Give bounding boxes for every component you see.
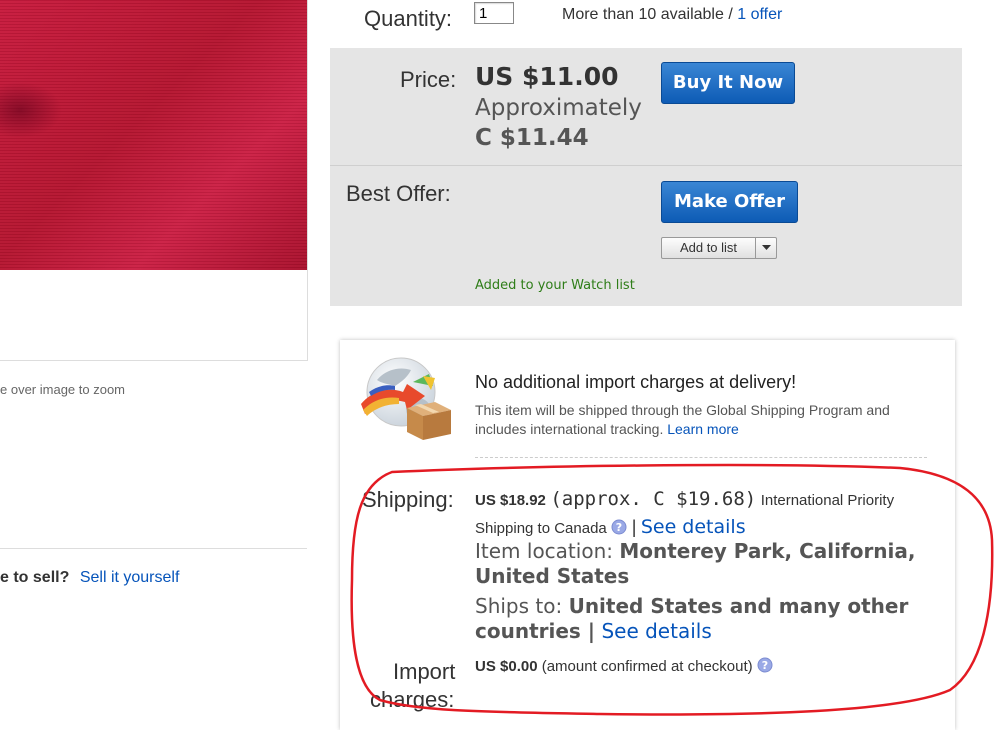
item-location-label: Item location: xyxy=(475,539,613,563)
availability-label: More than 10 available / xyxy=(562,6,733,23)
import-charges-label: Import charges: xyxy=(370,658,456,714)
import-label-line1: Import xyxy=(393,659,456,684)
availability-text: More than 10 available / 1 offer xyxy=(562,6,782,24)
buy-it-now-button[interactable]: Buy It Now xyxy=(661,62,795,104)
best-offer-label: Best Offer: xyxy=(346,181,451,206)
ships-to-label: Ships to: xyxy=(475,594,563,618)
import-charges-value: US $0.00 (amount confirmed at checkout) … xyxy=(475,657,773,675)
price-amount: US $11.00 xyxy=(475,62,619,91)
dropdown-arrow-icon xyxy=(761,245,771,250)
see-shipping-details-link[interactable]: See details xyxy=(641,516,746,538)
sell-question: e to sell? xyxy=(0,569,70,586)
shipping-details: US $18.92 (approx. C $19.68) Internation… xyxy=(475,486,945,542)
make-offer-button[interactable]: Make Offer xyxy=(661,181,798,223)
add-to-list-button[interactable]: Add to list xyxy=(662,238,756,258)
offers-link[interactable]: 1 offer xyxy=(737,6,782,23)
panel-divider xyxy=(330,165,962,166)
globe-package-icon xyxy=(361,357,451,440)
help-icon[interactable]: ? xyxy=(611,519,627,535)
quantity-label: Quantity: xyxy=(364,6,453,31)
import-help-icon[interactable]: ? xyxy=(757,657,773,673)
add-to-list-control: Add to list xyxy=(661,237,777,259)
learn-more-link[interactable]: Learn more xyxy=(667,421,739,437)
svg-text:?: ? xyxy=(762,659,768,672)
gsp-description: This item will be shipped through the Gl… xyxy=(475,401,925,439)
dashed-divider xyxy=(475,457,927,458)
gsp-title: No additional import charges at delivery… xyxy=(475,372,797,392)
item-location: Item location: Monterey Park, California… xyxy=(475,539,955,589)
left-divider xyxy=(0,548,307,549)
sell-row: e to sell? Sell it yourself xyxy=(0,569,179,587)
add-to-list-dropdown[interactable] xyxy=(756,238,776,258)
shipping-label: Shipping: xyxy=(362,487,454,512)
see-ships-to-details-link[interactable]: See details xyxy=(601,619,711,643)
product-image[interactable] xyxy=(0,0,307,270)
quantity-input[interactable] xyxy=(474,2,514,24)
price-label: Price: xyxy=(400,67,457,92)
price-approx-label: Approximately xyxy=(475,95,642,121)
ships-to: Ships to: United States and many other c… xyxy=(475,594,955,644)
svg-text:?: ? xyxy=(616,521,622,534)
import-note: (amount confirmed at checkout) xyxy=(541,658,753,675)
zoom-hint: e over image to zoom xyxy=(0,382,126,397)
shipping-separator: | xyxy=(631,517,637,537)
import-label-line2: charges: xyxy=(370,687,455,712)
sell-it-yourself-link[interactable]: Sell it yourself xyxy=(80,569,180,586)
shipping-cost: US $18.92 xyxy=(475,492,546,509)
import-cost: US $0.00 xyxy=(475,658,538,675)
watch-list-message: Added to your Watch list xyxy=(475,278,635,293)
price-converted: C $11.44 xyxy=(475,125,589,151)
shipping-approx: (approx. C $19.68) xyxy=(550,488,757,510)
